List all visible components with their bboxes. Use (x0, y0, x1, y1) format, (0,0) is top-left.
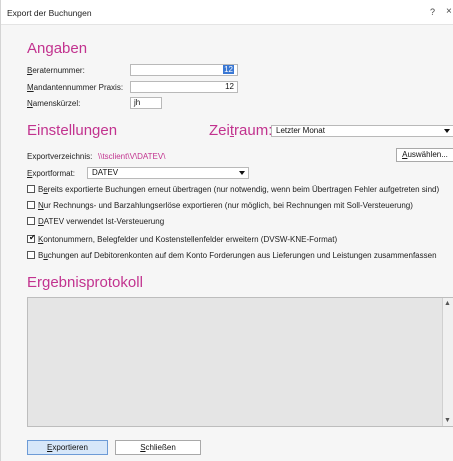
title-bar: Export der Buchungen ? × (1, 0, 453, 25)
exportieren-button[interactable]: Exportieren (27, 440, 108, 455)
checkbox-nur-rechnungs[interactable] (27, 201, 35, 209)
checkbox-label-nur-rechnungs: Nur Rechnungs- und Barzahlungserlöse exp… (38, 201, 413, 210)
schliessen-button[interactable]: Schließen (115, 440, 201, 455)
export-dialog: Export der Buchungen ? × Angaben Berater… (0, 0, 453, 461)
mandantennummer-label: Mandantennummer Praxis: (27, 83, 124, 92)
section-title-einstellungen: Einstellungen (27, 122, 118, 139)
help-icon[interactable]: ? (430, 7, 435, 17)
log-scrollbar[interactable]: ▲ ▼ (442, 298, 453, 426)
chevron-down-icon (239, 171, 245, 175)
auswaehlen-button[interactable]: Auswählen... (396, 148, 453, 162)
section-title-angaben: Angaben (27, 40, 88, 57)
checkmark-icon: ✔ (29, 233, 36, 242)
exportformat-label: Exportformat: (27, 169, 76, 178)
zeitraum-label: Zeitraum: (209, 122, 273, 139)
checkbox-label-ist-versteuerung: DATEV verwendet Ist-Versteuerung (38, 217, 165, 226)
zeitraum-dropdown[interactable]: Letzter Monat (271, 125, 453, 137)
checkbox-buchungen-debitoren[interactable] (27, 251, 35, 259)
ergebnisprotokoll-log[interactable]: ▲ ▼ (27, 297, 453, 427)
checkbox-label-buchungen-debitoren: Buchungen auf Debitorenkonten auf dem Ko… (38, 251, 437, 260)
checkbox-label-bereits-exportierte: Bereits exportierte Buchungen erneut übe… (38, 185, 440, 194)
mandantennummer-input[interactable]: 12 (130, 81, 238, 93)
checkbox-label-kontonummern: Kontonummern, Belegfelder und Kostenstel… (38, 235, 338, 244)
close-icon[interactable]: × (446, 6, 452, 17)
namenskuerzel-label: Namenskürzel: (27, 99, 81, 108)
exportverzeichnis-path: \\tsclient\V\DATEV\ (98, 152, 166, 161)
section-title-ergebnisprotokoll: Ergebnisprotokoll (27, 274, 143, 291)
exportformat-value: DATEV (92, 168, 119, 177)
checkbox-kontonummern[interactable]: ✔ (27, 233, 36, 243)
window-title: Export der Buchungen (7, 8, 92, 18)
chevron-down-icon (444, 129, 450, 133)
exportformat-dropdown[interactable]: DATEV (87, 167, 249, 179)
exportverzeichnis-label: Exportverzeichnis: (27, 152, 93, 161)
namenskuerzel-input[interactable]: jh (130, 97, 162, 109)
checkbox-bereits-exportierte[interactable] (27, 185, 35, 193)
beraternummer-label: Beraternummer: (27, 66, 85, 75)
scroll-down-icon[interactable]: ▼ (444, 417, 451, 424)
zeitraum-value: Letzter Monat (276, 126, 325, 135)
beraternummer-input[interactable]: 12 (130, 64, 238, 76)
scroll-up-icon[interactable]: ▲ (444, 300, 451, 307)
checkbox-ist-versteuerung[interactable] (27, 217, 35, 225)
